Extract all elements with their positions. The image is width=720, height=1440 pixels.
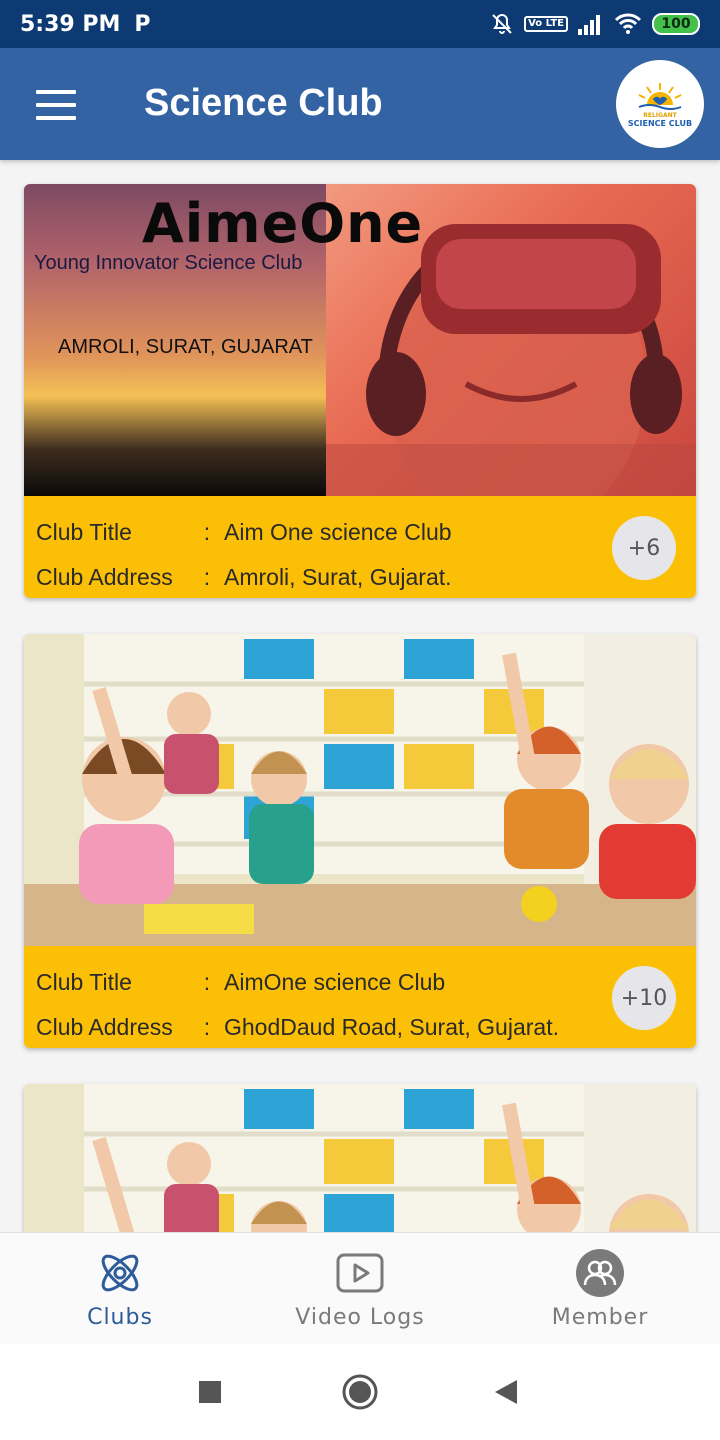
- menu-icon[interactable]: [36, 90, 76, 120]
- banner-location: AMROLI, SURAT, GUJARAT: [58, 336, 313, 358]
- page-title: Science Club: [144, 82, 383, 124]
- nav-video-logs-label: Video Logs: [295, 1305, 425, 1330]
- banner-subtitle: Young Innovator Science Club: [34, 252, 303, 274]
- member-count-badge[interactable]: +6: [612, 516, 676, 580]
- club-card[interactable]: [24, 1084, 696, 1232]
- logo-text: SCIENCE CLUB: [627, 118, 693, 128]
- club-address-value: Amroli, Surat, Gujarat.: [224, 564, 452, 590]
- club-logo[interactable]: RELIGANT SCIENCE CLUB: [616, 60, 704, 148]
- nav-clubs[interactable]: Clubs: [0, 1233, 240, 1344]
- wifi-icon: [614, 13, 642, 35]
- signal-icon: [578, 13, 604, 35]
- club-address-label: Club Address: [36, 564, 173, 590]
- classroom-illustration: [24, 1084, 696, 1232]
- back-icon[interactable]: [486, 1372, 526, 1412]
- club-card[interactable]: Club Title : AimOne science Club Club Ad…: [24, 634, 696, 1048]
- atom-icon: [101, 1254, 139, 1292]
- club-classroom-image: [24, 1084, 696, 1232]
- carrier-icon: P: [134, 11, 151, 37]
- club-address-value: GhodDaud Road, Surat, Gujarat.: [224, 1014, 559, 1040]
- club-title-row: Club Title : AimOne science Club: [36, 960, 684, 1005]
- club-address-label: Club Address: [36, 1014, 173, 1040]
- app-bar: Science Club RELIGANT SCIENCE CLUB: [0, 48, 720, 160]
- nav-member[interactable]: Member: [480, 1233, 720, 1344]
- mute-icon: [490, 12, 514, 36]
- separator: :: [203, 969, 211, 995]
- club-card[interactable]: AimeOne Young Innovator Science Club AMR…: [24, 184, 696, 598]
- separator: :: [203, 1014, 211, 1040]
- sun-logo-icon: [638, 82, 682, 110]
- recent-apps-icon[interactable]: [190, 1372, 230, 1412]
- system-navigation: [0, 1344, 720, 1440]
- volte-icon: Vo LTE: [524, 16, 568, 32]
- video-icon: [336, 1253, 384, 1293]
- club-info: Club Title : Aim One science Club Club A…: [24, 496, 696, 598]
- club-address-row: Club Address : Amroli, Surat, Gujarat.: [36, 555, 684, 598]
- banner-brand: AimeOne: [142, 192, 424, 255]
- club-address-row: Club Address : GhodDaud Road, Surat, Guj…: [36, 1005, 684, 1048]
- status-bar: 5:39 PM P Vo LTE 100: [0, 0, 720, 48]
- separator: :: [203, 519, 211, 545]
- nav-video-logs[interactable]: Video Logs: [240, 1233, 480, 1344]
- club-title-row: Club Title : Aim One science Club: [36, 510, 684, 555]
- battery-indicator: 100: [652, 13, 700, 35]
- club-classroom-image: [24, 634, 696, 946]
- logo-small-text: RELIGANT: [643, 111, 677, 119]
- status-icons: Vo LTE 100: [490, 12, 700, 36]
- club-info: Club Title : AimOne science Club Club Ad…: [24, 946, 696, 1048]
- status-time: 5:39 PM: [20, 11, 121, 37]
- club-title-value: AimOne science Club: [224, 969, 446, 995]
- club-banner-image: AimeOne Young Innovator Science Club AMR…: [24, 184, 696, 496]
- member-count-badge[interactable]: +10: [612, 966, 676, 1030]
- club-title-label: Club Title: [36, 969, 132, 995]
- nav-clubs-label: Clubs: [87, 1305, 153, 1330]
- club-title-label: Club Title: [36, 519, 132, 545]
- separator: :: [203, 564, 211, 590]
- club-list[interactable]: AimeOne Young Innovator Science Club AMR…: [0, 160, 720, 1232]
- club-title-value: Aim One science Club: [224, 519, 452, 545]
- bottom-navigation: Clubs Video Logs Member: [0, 1232, 720, 1344]
- home-icon[interactable]: [340, 1372, 380, 1412]
- classroom-illustration: [24, 634, 696, 946]
- nav-member-label: Member: [551, 1305, 649, 1330]
- members-icon: [576, 1249, 624, 1297]
